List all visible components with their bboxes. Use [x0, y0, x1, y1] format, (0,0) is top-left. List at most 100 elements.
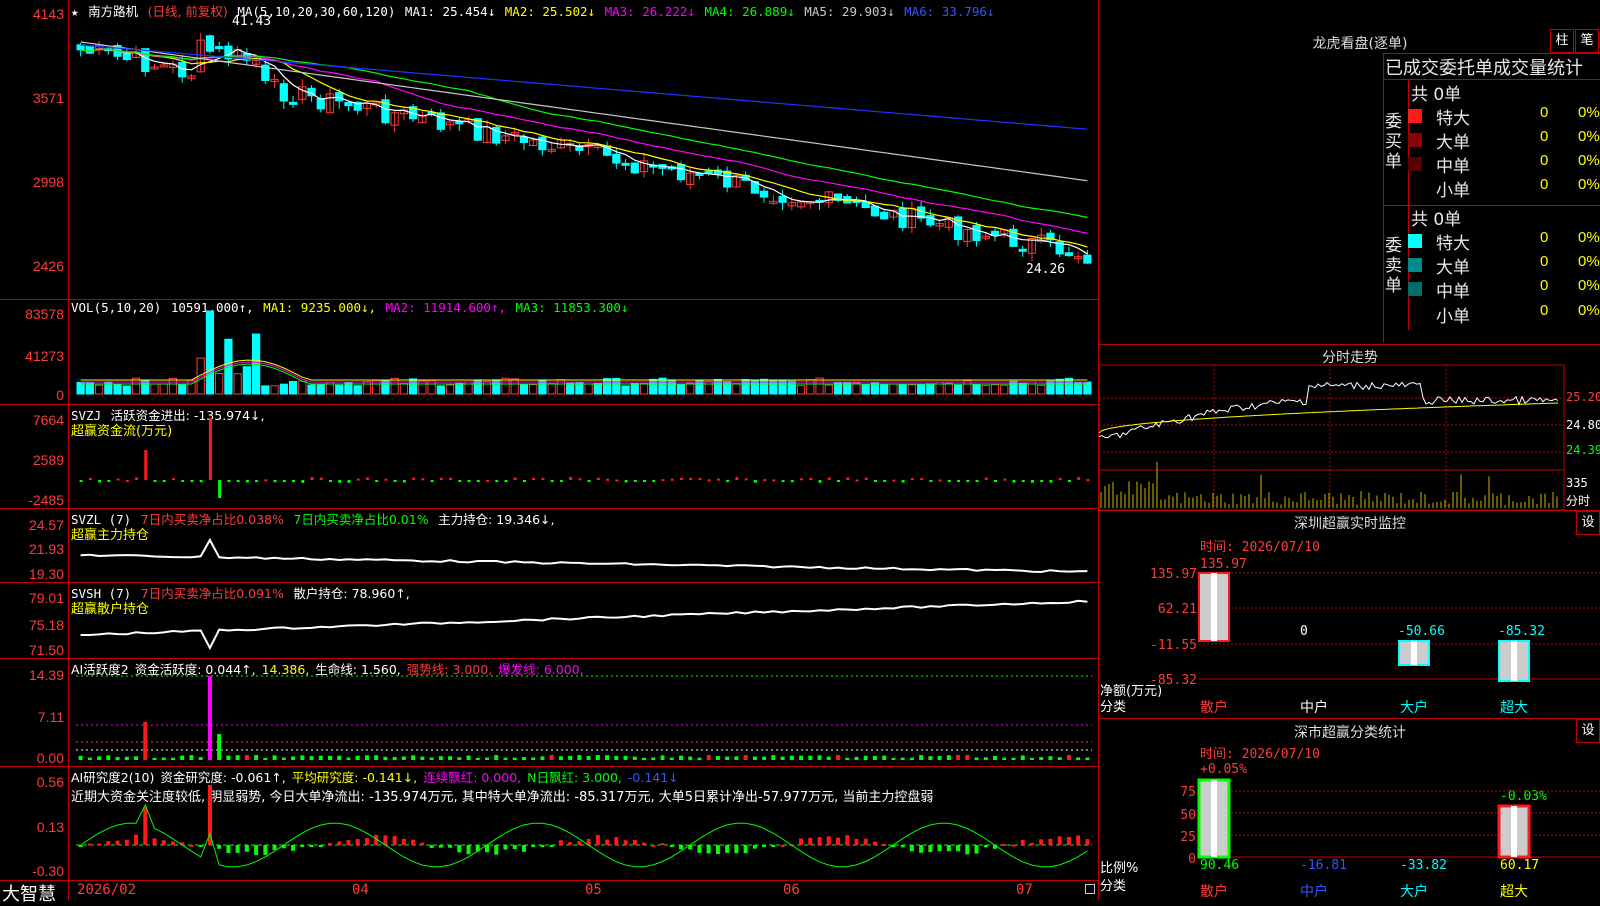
research-bar — [651, 844, 656, 847]
activity-bar — [956, 755, 961, 760]
research-bar — [974, 845, 979, 854]
candle-down — [723, 170, 732, 188]
fund-flow-bar — [670, 478, 674, 481]
research-bar — [595, 835, 600, 845]
fund-flow-bar — [800, 478, 804, 481]
fund-flow-bar — [181, 480, 185, 482]
volume-bar — [298, 380, 307, 395]
activity-bar — [568, 755, 573, 760]
research-bar — [438, 845, 443, 848]
activity-bar — [198, 757, 203, 760]
ma-line-4 — [80, 48, 1088, 219]
fund-flow-bar — [790, 480, 794, 483]
activity-bar — [1039, 757, 1044, 760]
fund-flow-bar — [643, 480, 647, 482]
fund-flow-bar — [255, 480, 259, 482]
activity-bar — [281, 757, 286, 760]
fund-flow-bar — [837, 480, 840, 482]
fund-flow-bar — [818, 480, 822, 483]
research-bar — [965, 845, 970, 855]
research-bar — [558, 840, 563, 845]
volume-bar — [131, 377, 141, 395]
research-bar — [328, 842, 332, 845]
volume-bar — [94, 384, 104, 395]
activity-bar — [965, 755, 970, 760]
fund-flow-bar — [606, 478, 610, 481]
volume-bar — [612, 377, 621, 395]
activity-bar — [1085, 757, 1090, 760]
research-bar — [364, 838, 369, 845]
fund-flow-bar — [402, 480, 406, 483]
activity-bar — [651, 757, 656, 760]
candle-down — [1083, 254, 1092, 264]
research-bar — [808, 837, 813, 845]
fund-flow-bar — [947, 480, 951, 482]
activity-bar — [161, 757, 166, 760]
research-bar — [836, 837, 840, 845]
fund-flow-bar — [827, 477, 831, 480]
research-bar — [854, 838, 859, 845]
stock-chart-canvas[interactable] — [0, 0, 1098, 900]
fund-flow-bar — [282, 480, 286, 482]
fund-flow-bar — [338, 480, 342, 483]
fund-flow-bar — [356, 478, 360, 481]
research-bar — [725, 845, 730, 853]
activity-bar — [438, 756, 443, 760]
research-bar — [919, 845, 924, 853]
research-bar — [115, 840, 120, 845]
activity-bar — [974, 757, 979, 760]
volume-bar — [658, 377, 667, 395]
volume-bar — [723, 381, 732, 395]
activity-bar — [586, 756, 591, 760]
activity-bar — [448, 756, 453, 760]
fund-flow-bar — [292, 480, 296, 482]
fund-flow-bar — [467, 480, 471, 482]
activity-bar — [1057, 757, 1062, 760]
research-bar — [632, 839, 637, 845]
activity-bar — [909, 757, 914, 760]
volume-bar — [1046, 380, 1055, 395]
volume-bar — [445, 384, 455, 395]
volume-bar — [178, 383, 187, 395]
research-bar — [254, 845, 259, 856]
research-bar — [799, 838, 804, 845]
fund-flow-bar — [458, 480, 462, 483]
fund-flow-bar — [929, 480, 933, 482]
volume-bar — [852, 382, 861, 395]
activity-bar — [392, 756, 397, 760]
activity-bar — [817, 755, 822, 760]
research-bar — [512, 845, 517, 850]
fund-flow-bar — [190, 480, 194, 482]
candle-down — [205, 35, 215, 52]
activity-bar — [845, 757, 850, 760]
fund-flow-bar — [1086, 479, 1090, 482]
research-bar — [826, 836, 831, 845]
volume-bar — [390, 377, 399, 395]
research-bar — [715, 845, 720, 854]
research-bar — [1039, 839, 1044, 845]
activity-bar — [595, 755, 600, 760]
volume-bar — [279, 383, 288, 395]
fund-flow-bar — [513, 477, 517, 480]
volume-bar — [1018, 382, 1027, 395]
activity-bar — [457, 757, 462, 760]
research-bar — [549, 845, 554, 847]
activity-bar — [983, 757, 988, 760]
candle-down — [141, 48, 150, 73]
fund-flow-bar — [301, 480, 305, 483]
volume-bar — [168, 377, 178, 395]
activity-bar — [383, 756, 388, 760]
research-bar — [263, 845, 268, 855]
activity-bar — [411, 755, 416, 760]
activity-bar — [143, 722, 148, 760]
fund-flow-bar — [910, 478, 914, 481]
volume-bar — [566, 382, 575, 395]
volume-bar — [455, 382, 464, 395]
activity-bar — [854, 756, 859, 760]
activity-bar — [660, 755, 665, 760]
fund-flow-bar — [892, 479, 896, 482]
research-bar — [1057, 836, 1062, 845]
activity-bar — [642, 757, 647, 760]
activity-bar — [780, 756, 785, 760]
fund-flow-bar — [689, 477, 693, 480]
